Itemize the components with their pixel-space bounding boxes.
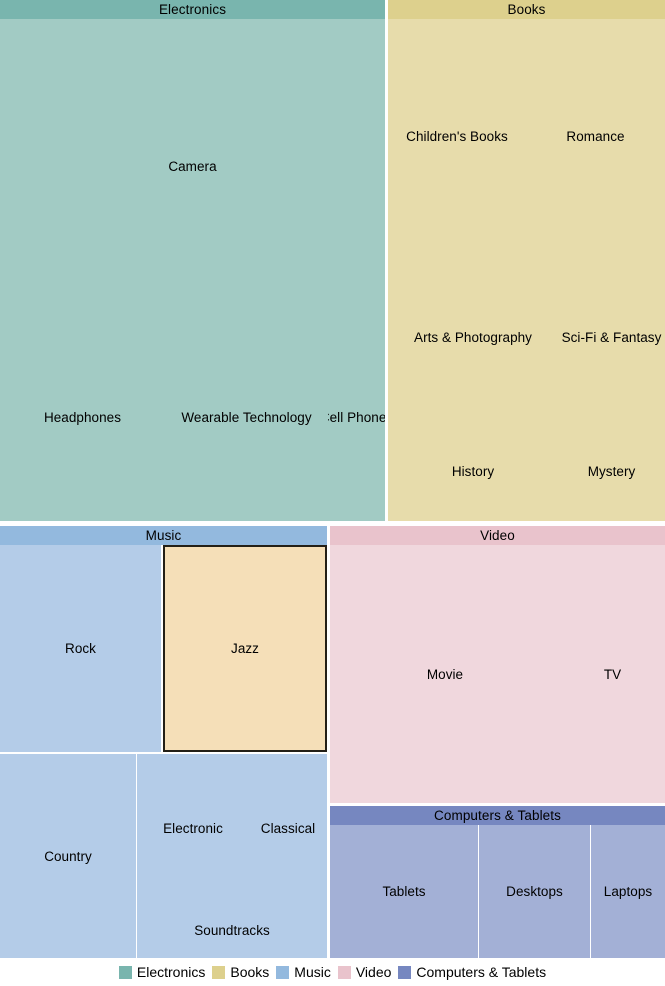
legend-swatch-electronics [118, 965, 132, 979]
legend-label-computers-and-tablets: Computers & Tablets [416, 964, 547, 980]
treemap-cell-arts-and-photography[interactable]: Arts & Photography [388, 253, 558, 421]
legend-swatch-computers-and-tablets [398, 965, 412, 979]
treemap-cell-classical[interactable]: Classical [249, 754, 327, 902]
legend-item-music[interactable]: Music [276, 964, 331, 980]
treemap-cell-country[interactable]: Country [0, 754, 136, 958]
treemap-cell-mystery[interactable]: Mystery [558, 421, 665, 521]
treemap-cell-romance[interactable]: Romance [526, 19, 665, 253]
treemap-cell-cell-phones[interactable]: Cell Phones [328, 313, 385, 521]
legend-item-electronics[interactable]: Electronics [118, 964, 206, 980]
treemap-cell-history[interactable]: History [388, 421, 558, 521]
treemap-cell-electronic[interactable]: Electronic [137, 754, 249, 902]
legend-label-electronics: Electronics [136, 964, 206, 980]
treemap-page: Electronics Camera Headphones Wearable Tech… [0, 0, 665, 986]
treemap-cell-wearable-technology[interactable]: Wearable Technology [165, 313, 328, 521]
group-header-video[interactable]: Video [330, 526, 665, 545]
treemap-cell-rock[interactable]: Rock [0, 545, 161, 752]
treemap-cell-laptops[interactable]: Laptops [591, 825, 665, 958]
legend-label-music: Music [294, 964, 331, 980]
legend-label-books: Books [230, 964, 270, 980]
treemap-cell-soundtracks[interactable]: Soundtracks [137, 902, 327, 958]
legend-swatch-books [212, 965, 226, 979]
treemap-cell-movie[interactable]: Movie [330, 545, 560, 803]
legend-item-video[interactable]: Video [337, 964, 392, 980]
legend-item-computers-and-tablets[interactable]: Computers & Tablets [398, 964, 546, 980]
group-header-music[interactable]: Music [0, 526, 327, 545]
treemap-cell-desktops[interactable]: Desktops [479, 825, 590, 958]
group-header-electronics[interactable]: Electronics [0, 0, 385, 19]
legend-label-video: Video [355, 964, 392, 980]
legend-swatch-video [337, 965, 351, 979]
group-header-computers-and-tablets[interactable]: Computers & Tablets [330, 806, 665, 825]
treemap-cell-headphones[interactable]: Headphones [0, 313, 165, 521]
legend-swatch-music [276, 965, 290, 979]
treemap-cell-tv[interactable]: TV [560, 545, 665, 803]
group-header-books[interactable]: Books [388, 0, 665, 19]
legend-item-books[interactable]: Books [212, 964, 269, 980]
treemap-cell-sci-fi-and-fantasy[interactable]: Sci-Fi & Fantasy [558, 253, 665, 421]
treemap-cell-jazz[interactable]: Jazz [163, 545, 327, 752]
treemap-cell-camera[interactable]: Camera [0, 19, 385, 313]
treemap-legend: Electronics Books Music Video Computers & Ta… [0, 958, 665, 986]
treemap-canvas: Electronics Camera Headphones Wearable Tech… [0, 0, 665, 958]
treemap-cell-childrens-books[interactable]: Children's Books [388, 19, 526, 253]
treemap-cell-tablets[interactable]: Tablets [330, 825, 478, 958]
